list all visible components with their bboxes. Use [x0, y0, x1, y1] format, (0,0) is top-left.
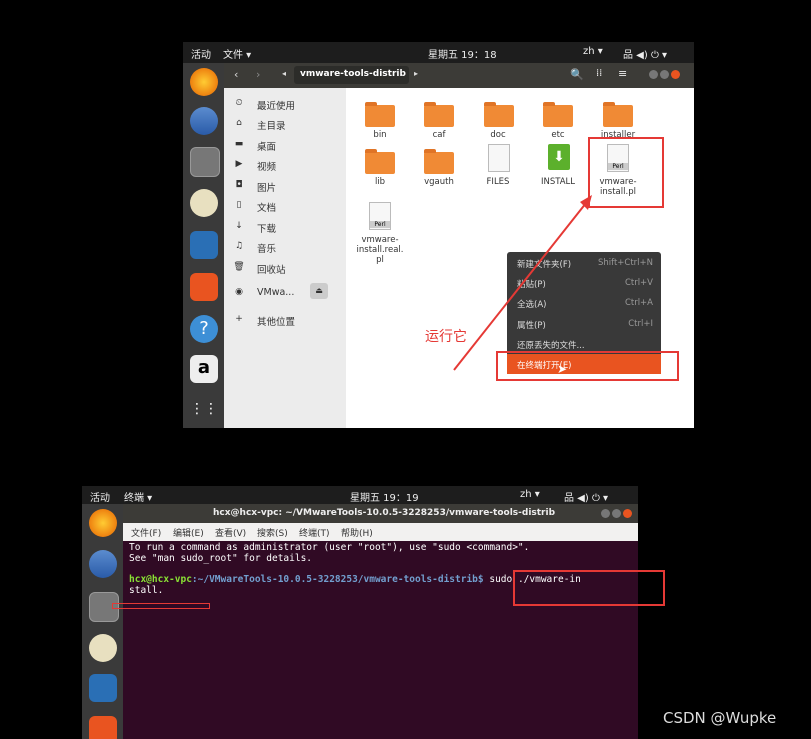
software-center-icon[interactable] [190, 273, 218, 301]
activities-button[interactable]: 活动 [90, 489, 110, 504]
sidebar-item-vmware-disc[interactable]: ◉ VMwa... ⏏ [224, 283, 346, 303]
sidebar-item-downloads[interactable]: ↓ 下载 [224, 217, 346, 237]
plus-icon: + [235, 314, 243, 324]
home-icon: ⌂ [236, 118, 242, 128]
writer-icon[interactable] [190, 231, 218, 259]
download-icon: ↓ [235, 221, 243, 231]
path-bar[interactable]: vmware-tools-distrib [294, 66, 409, 84]
language-indicator[interactable]: zh ▾ [583, 46, 603, 57]
disc-icon: ◉ [235, 287, 243, 297]
prompt-user: hcx@hcx-vpc [129, 574, 192, 585]
terminal-menubar: 文件(F) 编辑(E) 查看(V) 搜索(S) 终端(T) 帮助(H) [123, 523, 638, 541]
close-icon[interactable] [623, 509, 632, 518]
sidebar-item-other-locations[interactable]: + 其他位置 [224, 310, 346, 330]
document-icon: ▯ [236, 200, 242, 210]
folder-icon [484, 102, 514, 127]
app-menu[interactable]: 终端 ▾ [124, 489, 152, 504]
amazon-icon[interactable]: a [190, 355, 218, 383]
folder-icon [365, 102, 395, 127]
path-right-icon[interactable]: ▸ [414, 69, 418, 78]
watermark: CSDN @Wupke [663, 709, 777, 727]
maximize-icon[interactable] [660, 70, 669, 79]
files-headerbar: ‹ › ◂ vmware-tools-distrib ▸ 🔍 ⁞⁞ ≡ [224, 63, 694, 88]
software-center-icon[interactable] [89, 716, 117, 739]
text-file-icon [488, 144, 510, 172]
output-line: See "man sudo_root" for details. [129, 553, 313, 564]
clock-icon: ⏲ [235, 98, 243, 108]
sidebar-item-recent[interactable]: ⏲ 最近使用 [224, 94, 346, 114]
launcher-dock: ? a ⋮⋮ [183, 63, 224, 428]
folder-icon: ▬ [234, 139, 244, 149]
camera-icon: ◘ [235, 180, 243, 190]
thunderbird-icon[interactable] [89, 550, 117, 578]
folder-icon [424, 149, 454, 174]
sidebar-item-trash[interactable]: 🗑 回收站 [224, 258, 346, 278]
files-icon[interactable] [190, 147, 220, 177]
perl-file-icon: Perl [369, 202, 391, 230]
trash-icon: 🗑 [233, 262, 245, 272]
rhythmbox-icon[interactable] [89, 634, 117, 662]
language-indicator[interactable]: zh ▾ [520, 489, 540, 500]
folder-icon [543, 102, 573, 127]
rhythmbox-icon[interactable] [190, 189, 218, 217]
menu-icon[interactable]: ≡ [618, 67, 627, 80]
view-toggle-icon[interactable]: ⁞⁞ [596, 68, 602, 79]
maximize-icon[interactable] [612, 509, 621, 518]
show-apps-icon[interactable]: ⋮⋮ [190, 395, 218, 423]
sidebar-item-home[interactable]: ⌂ 主目录 [224, 114, 346, 134]
output-line: To run a command as administrator (user … [129, 542, 530, 553]
menu-edit[interactable]: 编辑(E) [173, 526, 204, 539]
path-left-icon[interactable]: ◂ [282, 69, 286, 78]
prompt-path: :~/VMwareTools-10.0.5-3228253/vmware-too… [191, 574, 484, 585]
sidebar-item-pictures[interactable]: ◘ 图片 [224, 176, 346, 196]
menu-file[interactable]: 文件(F) [131, 526, 161, 539]
folder-icon [424, 102, 454, 127]
sidebar-item-music[interactable]: ♫ 音乐 [224, 237, 346, 257]
places-sidebar: ⏲ 最近使用 ⌂ 主目录 ▬ 桌面 ▶ 视频 ◘ 图片 ▯ 文档 ↓ 下载 ♫ 音乐 🗑 回收站 … [224, 88, 346, 428]
annotation-arrow [453, 195, 592, 371]
forward-icon[interactable]: › [256, 68, 260, 81]
music-icon: ♫ [234, 241, 244, 251]
top-panel: 活动 文件 ▾ 星期五 19：18 zh ▾ 品 ◀) ⏻ ▾ [183, 42, 694, 63]
activities-button[interactable]: 活动 [191, 46, 211, 61]
menu-help[interactable]: 帮助(H) [341, 526, 373, 539]
search-icon[interactable]: 🔍 [570, 68, 584, 81]
minimize-icon[interactable] [601, 509, 610, 518]
highlight-command-wrap [112, 603, 210, 609]
clock[interactable]: 星期五 19：19 [350, 489, 419, 504]
folder-icon [603, 102, 633, 127]
highlight-command [513, 570, 665, 606]
menu-terminal[interactable]: 终端(T) [299, 526, 330, 539]
firefox-icon[interactable] [190, 68, 218, 96]
firefox-icon[interactable] [89, 509, 117, 537]
folder-icon [365, 149, 395, 174]
video-icon: ▶ [235, 159, 243, 169]
launcher-dock [82, 504, 123, 739]
path-current[interactable]: vmware-tools-distrib [300, 69, 406, 79]
sidebar-item-desktop[interactable]: ▬ 桌面 [224, 135, 346, 155]
menu-view[interactable]: 查看(V) [215, 526, 246, 539]
writer-icon[interactable] [89, 674, 117, 702]
menu-search[interactable]: 搜索(S) [257, 526, 288, 539]
back-icon[interactable]: ‹ [234, 68, 238, 81]
terminal-screenshot: 活动 终端 ▾ 星期五 19：19 zh ▾ 品 ◀) ⏻ ▾ hcx@hcx-… [82, 486, 638, 739]
install-arrow-icon: ⬇ [548, 144, 570, 170]
minimize-icon[interactable] [649, 70, 658, 79]
annotation-label: 运行它 [425, 329, 467, 345]
status-menu[interactable]: 品 ◀) ⏻ ▾ [564, 489, 608, 504]
thunderbird-icon[interactable] [190, 107, 218, 135]
eject-icon[interactable]: ⏏ [310, 283, 328, 299]
top-panel: 活动 终端 ▾ 星期五 19：19 zh ▾ 品 ◀) ⏻ ▾ [82, 486, 638, 504]
help-icon[interactable]: ? [190, 315, 218, 343]
terminal-titlebar: hcx@hcx-vpc: ~/VMwareTools-10.0.5-322825… [123, 504, 638, 523]
app-menu[interactable]: 文件 ▾ [223, 46, 251, 61]
window-title: hcx@hcx-vpc: ~/VMwareTools-10.0.5-322825… [213, 508, 556, 518]
sidebar-item-documents[interactable]: ▯ 文档 [224, 196, 346, 216]
clock[interactable]: 星期五 19：18 [428, 46, 497, 61]
status-menu[interactable]: 品 ◀) ⏻ ▾ [623, 46, 667, 61]
close-icon[interactable] [671, 70, 680, 79]
sidebar-item-videos[interactable]: ▶ 视频 [224, 155, 346, 175]
